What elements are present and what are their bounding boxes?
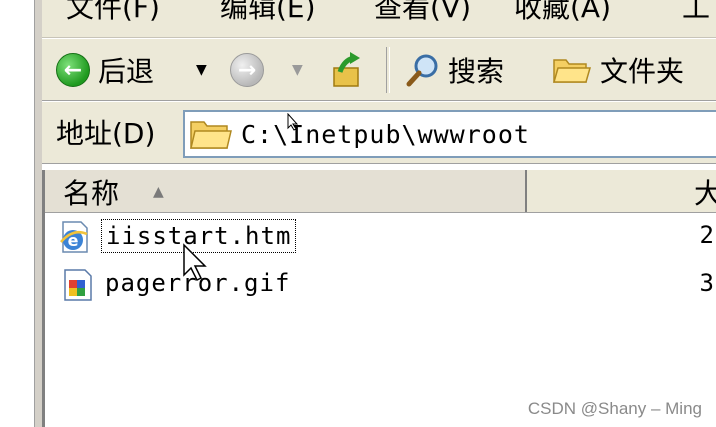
- desktop-background: [0, 0, 34, 427]
- up-folder-icon: [333, 52, 360, 87]
- standard-toolbar: ← 后退 ▼ → ▼ 搜索 文件夹: [42, 38, 716, 101]
- folder-icon: [190, 121, 232, 149]
- menu-file[interactable]: 文件(F): [66, 0, 160, 26]
- menu-favorites[interactable]: 收藏(A): [514, 0, 611, 26]
- folders-label: 文件夹: [600, 55, 685, 88]
- chevron-down-icon: ▼: [196, 62, 207, 78]
- up-folder-button[interactable]: [330, 39, 364, 101]
- file-size: 2: [699, 221, 714, 249]
- file-list-view: 名称 ▲ 大 e iisstart.htm 2 pagerror.gif 3: [45, 170, 716, 427]
- watermark: CSDN @Shany – Ming: [527, 399, 702, 418]
- back-dropdown-button[interactable]: ▼: [196, 39, 207, 101]
- forward-arrow-icon: →: [230, 53, 264, 87]
- back-button[interactable]: ← 后退: [56, 39, 154, 101]
- forward-dropdown-button[interactable]: ▼: [292, 39, 303, 101]
- sort-ascending-icon: ▲: [153, 184, 164, 200]
- gif-image-file-icon: [64, 269, 92, 301]
- address-path: C:\Inetpub\wwwroot: [241, 119, 530, 149]
- address-input[interactable]: C:\Inetpub\wwwroot: [183, 110, 716, 158]
- mouse-pointer-icon: [287, 113, 299, 131]
- menu-bar: 文件(F) 编辑(E) 查看(V) 收藏(A) 工: [42, 0, 716, 38]
- menu-tools[interactable]: 工: [682, 0, 710, 26]
- list-item[interactable]: pagerror.gif 3: [45, 264, 716, 306]
- toolbar-separator: [386, 47, 390, 93]
- folder-icon: [553, 59, 591, 83]
- column-header-name-label: 名称: [63, 177, 120, 210]
- forward-button[interactable]: →: [230, 39, 264, 101]
- search-label: 搜索: [448, 55, 505, 88]
- file-size: 3: [699, 269, 714, 297]
- menu-edit[interactable]: 编辑(E): [220, 0, 316, 26]
- column-header-size-label: 大: [693, 177, 716, 210]
- folders-button[interactable]: 文件夹: [552, 39, 684, 101]
- mouse-pointer-icon: [183, 243, 207, 282]
- list-item[interactable]: e iisstart.htm 2: [45, 216, 716, 258]
- ie-html-file-icon: e: [60, 221, 88, 253]
- column-header-row: 名称 ▲ 大: [45, 170, 716, 213]
- menu-view[interactable]: 查看(V): [374, 0, 471, 26]
- window-border: [34, 0, 42, 427]
- back-arrow-icon: ←: [56, 53, 90, 87]
- search-icon: [406, 54, 438, 87]
- back-label: 后退: [98, 55, 155, 88]
- address-bar: 地址(D) C:\Inetpub\wwwroot: [42, 101, 716, 164]
- chevron-down-icon: ▼: [292, 62, 303, 78]
- address-label: 地址(D): [56, 117, 156, 150]
- column-header-name[interactable]: 名称 ▲: [45, 170, 527, 212]
- column-header-size[interactable]: 大: [527, 170, 716, 212]
- search-button[interactable]: 搜索: [406, 39, 504, 101]
